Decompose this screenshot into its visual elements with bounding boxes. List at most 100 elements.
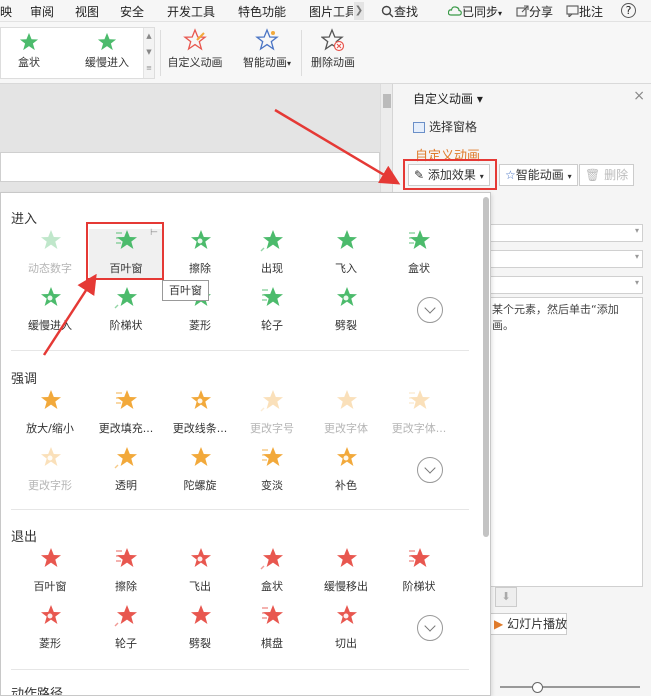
effect-enter-10[interactable]: 劈裂 [309, 286, 383, 336]
slide-page-edge[interactable] [0, 152, 380, 182]
effect-label: 缓慢进入 [28, 319, 72, 332]
delete-label: 删除 [604, 168, 629, 182]
dropdown-scrollbar-thumb[interactable] [483, 197, 489, 537]
effect-enter-0[interactable]: 动态数字 [13, 229, 87, 279]
effect-exit-10[interactable]: 切出 [309, 604, 383, 654]
effect-emphasis-10[interactable]: 补色 [309, 446, 383, 496]
effect-exit-5[interactable]: 阶梯状 [382, 547, 456, 597]
gallery-down-icon[interactable]: ▼ [144, 44, 154, 60]
effect-star-icon [41, 605, 61, 624]
effect-enter-7[interactable]: 阶梯状 [89, 286, 163, 336]
slideshow-play-button[interactable]: ▶ 幻灯片播放 [489, 613, 567, 635]
menu-tab-slideshow[interactable]: 映 [0, 3, 12, 20]
effect-emphasis-3[interactable]: 更改字号 [235, 389, 309, 439]
help-icon[interactable]: ? [621, 3, 636, 18]
effect-star-icon [114, 605, 137, 627]
effect-emphasis-0[interactable]: 放大/缩小 [13, 389, 87, 439]
smart-animation-button[interactable]: 智能动画▾ [236, 28, 298, 70]
reorder-down-button[interactable]: ⬇ [495, 587, 517, 607]
effect-emphasis-5[interactable]: 更改字体... [382, 389, 456, 439]
effect-star-icon [191, 230, 211, 249]
smart-animation-pane-label: 智能动画 [515, 168, 564, 182]
menu-tab-picture-tools[interactable]: 图片工具 [309, 3, 353, 20]
effect-label: 更改字号 [250, 422, 294, 435]
pane-title[interactable]: 自定义动画 ▾ [413, 90, 483, 107]
effect-star-icon [409, 548, 430, 567]
menu-tab-review[interactable]: 审阅 [30, 3, 54, 20]
effect-label: 劈裂 [335, 319, 357, 332]
delete-animation-button[interactable]: 删除动画 [305, 28, 361, 70]
menu-tab-view[interactable]: 视图 [75, 3, 99, 20]
effect-emphasis-7[interactable]: 透明 [89, 446, 163, 496]
menu-tab-features[interactable]: 特色功能 [238, 3, 286, 20]
effect-emphasis-6[interactable]: 更改字形 [13, 446, 87, 496]
menu-tab-developer[interactable]: 开发工具 [167, 3, 215, 20]
effect-label: 更改字形 [28, 479, 72, 492]
share-icon [516, 5, 529, 17]
arrow-down-icon: ⬇ [501, 590, 511, 603]
sync-label: 已同步 [462, 5, 499, 19]
add-effect-dropdown: 进入 动态数字 百叶窗 擦除 出现 飞入 盒状 缓慢进入 阶梯状 菱形 轮子 劈裂 强调 放大/缩小… [0, 192, 491, 696]
emphasis-more-chevron-icon[interactable] [417, 457, 443, 483]
effect-exit-3[interactable]: 盒状 [235, 547, 309, 597]
zoom-slider-handle[interactable] [532, 682, 543, 693]
delete-animation-icon [321, 28, 345, 52]
effect-exit-9[interactable]: 棋盘 [235, 604, 309, 654]
effect-enter-4[interactable]: 飞入 [309, 229, 383, 279]
effect-exit-0[interactable]: 百叶窗 [13, 547, 87, 597]
effect-exit-8[interactable]: 劈裂 [163, 604, 237, 654]
star-box-icon [19, 32, 39, 51]
scrollbar-thumb[interactable] [383, 94, 391, 108]
effect-enter-6[interactable]: 缓慢进入 [13, 286, 87, 336]
custom-animation-button[interactable]: 自定义动画 [164, 28, 226, 70]
gallery-item-slow-enter[interactable]: 缓慢进入 [81, 32, 133, 70]
zoom-slider-track[interactable] [500, 686, 640, 688]
effect-emphasis-1[interactable]: 更改填充... [89, 389, 163, 439]
effect-star-icon [41, 230, 61, 249]
effect-exit-1[interactable]: 擦除 [89, 547, 163, 597]
exit-more-chevron-icon[interactable] [417, 615, 443, 641]
delete-button[interactable]: 🗑 删除 [579, 164, 635, 186]
search-button[interactable]: 查找 [381, 3, 418, 20]
star-slow-enter-icon [97, 32, 117, 51]
effect-enter-2[interactable]: 擦除 [163, 229, 237, 279]
menu-overflow-chevron-icon[interactable]: ❯ [354, 2, 364, 20]
effect-emphasis-2[interactable]: 更改线条... [163, 389, 237, 439]
effect-enter-9[interactable]: 轮子 [235, 286, 309, 336]
gallery-expand-icon[interactable]: ≡ [144, 60, 154, 76]
gallery-item-box[interactable]: 盒状 [9, 32, 49, 70]
smart-animation-pane-button[interactable]: ☆智能动画 ▾ [499, 164, 578, 186]
effect-star-icon [260, 230, 283, 252]
start-select[interactable]: ▾ [489, 224, 643, 242]
effect-enter-3[interactable]: 出现 [235, 229, 309, 279]
effect-label: 菱形 [39, 637, 61, 650]
selected-effect-highlight [86, 222, 164, 280]
share-label: 分享 [529, 5, 554, 19]
sync-status[interactable]: 已同步▾ [447, 3, 502, 20]
add-effect-highlight [403, 159, 497, 190]
effect-exit-4[interactable]: 缓慢移出 [309, 547, 383, 597]
gallery-scrollbar[interactable]: ▲ ▼ ≡ [143, 28, 154, 78]
gallery-up-icon[interactable]: ▲ [144, 28, 154, 44]
effect-enter-5[interactable]: 盒状 [382, 229, 456, 279]
menu-tab-security[interactable]: 安全 [120, 3, 144, 20]
gallery-item-label: 盒状 [18, 56, 40, 69]
smart-star-icon: ☆ [505, 168, 516, 182]
share-button[interactable]: 分享 [516, 3, 553, 20]
effect-emphasis-9[interactable]: 变淡 [235, 446, 309, 496]
effect-exit-7[interactable]: 轮子 [89, 604, 163, 654]
select-pane-button[interactable]: 选择窗格 [413, 118, 477, 135]
effect-star-icon [114, 447, 137, 469]
effect-emphasis-4[interactable]: 更改字体 [309, 389, 383, 439]
section-divider [11, 350, 469, 351]
effect-exit-6[interactable]: 菱形 [13, 604, 87, 654]
effect-emphasis-8[interactable]: 陀螺旋 [163, 446, 237, 496]
enter-more-chevron-icon[interactable] [417, 297, 443, 323]
effect-exit-2[interactable]: 飞出 [163, 547, 237, 597]
effect-star-icon [337, 287, 357, 306]
effect-label: 阶梯状 [402, 580, 436, 593]
speed-select[interactable]: ▾ [489, 276, 643, 294]
close-icon[interactable]: × [633, 88, 645, 104]
property-select[interactable]: ▾ [489, 250, 643, 268]
comment-button[interactable]: 批注 [566, 3, 603, 20]
